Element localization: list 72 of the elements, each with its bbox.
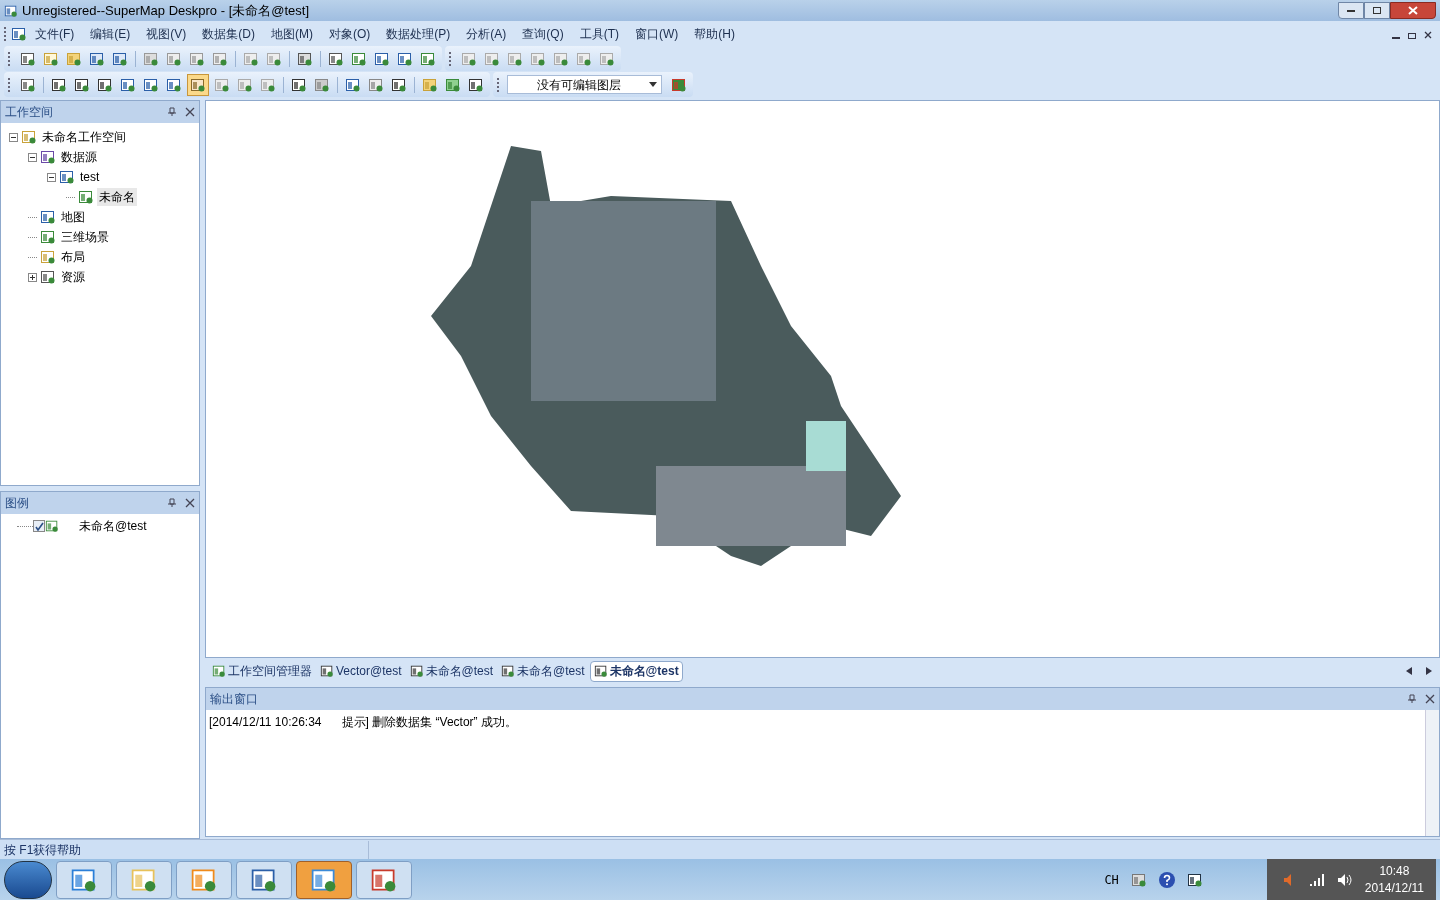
close-icon[interactable] bbox=[1425, 694, 1435, 704]
document-tab[interactable]: 未命名@test bbox=[498, 660, 588, 682]
log-time: [2014/12/11 10:26:34 bbox=[209, 714, 322, 731]
expand-toggle[interactable] bbox=[28, 272, 37, 282]
menu-item[interactable]: 地图(M) bbox=[263, 24, 321, 43]
document-tab[interactable]: 未命名@test bbox=[589, 660, 683, 682]
collapse-toggle[interactable] bbox=[47, 172, 56, 182]
maximize-button[interactable] bbox=[1364, 2, 1390, 19]
plus-icon bbox=[29, 273, 36, 281]
status-text: 按 F1获得帮助 bbox=[4, 840, 369, 859]
close-icon bbox=[1408, 6, 1418, 15]
tree-item[interactable]: test bbox=[78, 168, 102, 186]
taskbar-app[interactable] bbox=[56, 860, 112, 899]
pin-icon[interactable] bbox=[1407, 694, 1417, 704]
menu-item[interactable]: 数据处理(P) bbox=[378, 24, 459, 43]
tree-item[interactable]: 布局 bbox=[59, 248, 87, 266]
window-title: Unregistered--SuperMap Deskpro - [未命名@test] bbox=[22, 1, 310, 20]
app-menu-icon[interactable] bbox=[11, 25, 27, 42]
panel-title: 图例 bbox=[5, 495, 30, 512]
menu-item[interactable]: 编辑(E) bbox=[82, 24, 139, 43]
panel-title: 输出窗口 bbox=[210, 691, 259, 708]
menu-item[interactable]: 工具(T) bbox=[571, 24, 627, 43]
document-tab[interactable]: 未命名@test bbox=[406, 660, 497, 682]
menu-item[interactable]: 文件(F) bbox=[27, 24, 83, 43]
menu-item[interactable]: 帮助(H) bbox=[686, 24, 743, 43]
start-button[interactable] bbox=[4, 860, 52, 899]
grip-icon[interactable] bbox=[8, 77, 11, 92]
taskbar-app[interactable] bbox=[296, 860, 352, 899]
pan-tool-button[interactable] bbox=[187, 73, 209, 96]
taskbar-app[interactable] bbox=[236, 860, 292, 899]
checkbox[interactable] bbox=[33, 520, 45, 532]
grip-icon[interactable] bbox=[8, 51, 11, 66]
menu-item[interactable]: 对象(O) bbox=[321, 24, 379, 43]
tree-item[interactable]: 未命名 bbox=[97, 188, 137, 206]
map-canvas[interactable] bbox=[205, 100, 1440, 658]
layer-select[interactable]: 没有可编辑图层 bbox=[507, 75, 662, 94]
close-icon[interactable] bbox=[185, 498, 195, 508]
panel-title: 工作空间 bbox=[5, 104, 54, 121]
taskbar-app[interactable] bbox=[356, 860, 412, 899]
scroll-left-icon[interactable] bbox=[1406, 667, 1412, 675]
menu-item[interactable]: 查询(Q) bbox=[514, 24, 572, 43]
pin-icon[interactable] bbox=[167, 107, 177, 117]
taskbar-app[interactable] bbox=[176, 860, 232, 899]
menu-item[interactable]: 分析(A) bbox=[458, 24, 515, 43]
pin-icon[interactable] bbox=[167, 498, 177, 508]
scrollbar[interactable] bbox=[1425, 710, 1439, 836]
volume-icon[interactable] bbox=[1336, 872, 1353, 887]
tree-item[interactable]: 三维场景 bbox=[59, 228, 111, 246]
close-icon[interactable] bbox=[185, 107, 195, 117]
signal-icon[interactable] bbox=[1308, 872, 1325, 887]
menu-item[interactable]: 数据集(D) bbox=[194, 24, 263, 43]
scroll-right-icon[interactable] bbox=[1426, 667, 1432, 675]
app-icon bbox=[4, 3, 18, 18]
collapse-toggle[interactable] bbox=[9, 132, 18, 142]
menu-item[interactable]: 窗口(W) bbox=[627, 24, 687, 43]
document-tab[interactable]: 工作空间管理器 bbox=[209, 660, 315, 682]
tree-item[interactable]: 资源 bbox=[59, 268, 87, 286]
grip-icon[interactable] bbox=[497, 77, 500, 92]
grip-icon[interactable] bbox=[449, 51, 452, 66]
legend-item[interactable]: 未命名@test bbox=[79, 517, 147, 535]
caret-icon bbox=[649, 82, 657, 87]
language-indicator[interactable]: CH bbox=[1104, 870, 1119, 889]
collapse-toggle[interactable] bbox=[28, 152, 37, 162]
minimize-button[interactable] bbox=[1338, 2, 1364, 19]
taskbar-app[interactable] bbox=[116, 860, 172, 899]
menu-item[interactable]: 视图(V) bbox=[138, 24, 195, 43]
tree-item[interactable]: 地图 bbox=[59, 208, 87, 226]
document-tab[interactable]: Vector@test bbox=[317, 660, 405, 682]
tree-item[interactable]: 未命名工作空间 bbox=[40, 128, 128, 146]
log-message: 提示] 删除数据集 “Vector” 成功。 bbox=[341, 714, 517, 731]
close-button[interactable] bbox=[1390, 2, 1436, 19]
tree-item[interactable]: 数据源 bbox=[59, 148, 99, 166]
